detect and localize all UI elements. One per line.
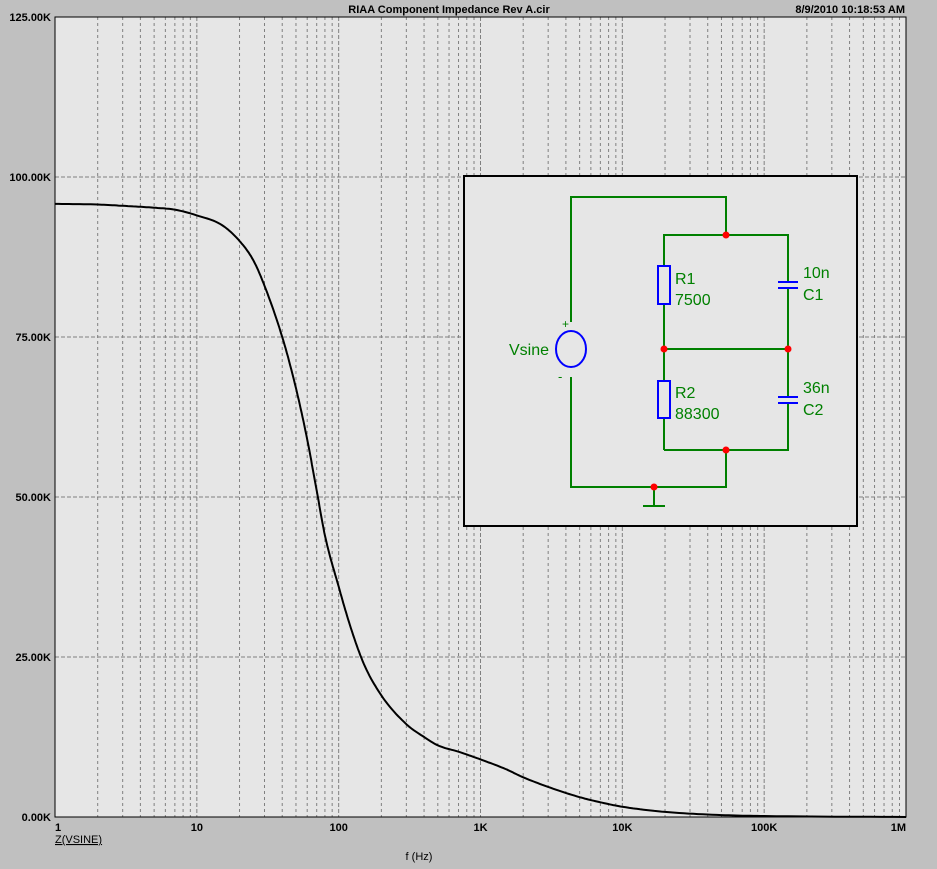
y-tick-label: 75.00K xyxy=(16,332,52,344)
c1-value: 10n xyxy=(803,265,830,282)
c2-value: 36n xyxy=(803,380,830,397)
y-tick-label: 125.00K xyxy=(9,12,51,24)
x-axis-tick-labels: 1 10 100 1K 10K 100K 1M xyxy=(55,822,906,834)
x-tick-label: 100K xyxy=(751,822,777,834)
y-tick-label: 100.00K xyxy=(9,172,51,184)
source-plus-sign: + xyxy=(562,317,569,331)
y-axis-tick-labels: 0.00K 25.00K 50.00K 75.00K 100.00K 125.00K xyxy=(9,12,51,824)
y-tick-label: 25.00K xyxy=(16,652,52,664)
y-tick-label: 50.00K xyxy=(16,492,52,504)
r2-value: 88300 xyxy=(675,406,720,423)
timestamp: 8/9/2010 10:18:53 AM xyxy=(795,4,905,16)
x-tick-label: 10K xyxy=(612,822,632,834)
x-tick-label: 1K xyxy=(473,822,487,834)
x-tick-label: 1M xyxy=(891,822,906,834)
legend-series-label[interactable]: Z(VSINE) xyxy=(55,834,102,846)
source-label: Vsine xyxy=(509,342,549,359)
x-tick-label: 10 xyxy=(191,822,203,834)
x-tick-label: 1 xyxy=(55,822,61,834)
c1-name: C1 xyxy=(803,287,824,304)
c2-name: C2 xyxy=(803,402,824,419)
x-tick-label: 100 xyxy=(329,822,347,834)
chart-title: RIAA Component Impedance Rev A.cir xyxy=(348,4,550,16)
y-tick-label: 0.00K xyxy=(22,812,51,824)
r1-value: 7500 xyxy=(675,292,711,309)
source-minus-sign: - xyxy=(558,369,562,384)
r1-name: R1 xyxy=(675,271,696,288)
chart: RIAA Component Impedance Rev A.cir 8/9/2… xyxy=(9,4,907,863)
x-axis-label: f (Hz) xyxy=(406,851,433,863)
r2-name: R2 xyxy=(675,385,696,402)
schematic-inset[interactable]: + - Vsine R1 7500 R2 88300 10n C1 36n C2 xyxy=(463,175,858,527)
